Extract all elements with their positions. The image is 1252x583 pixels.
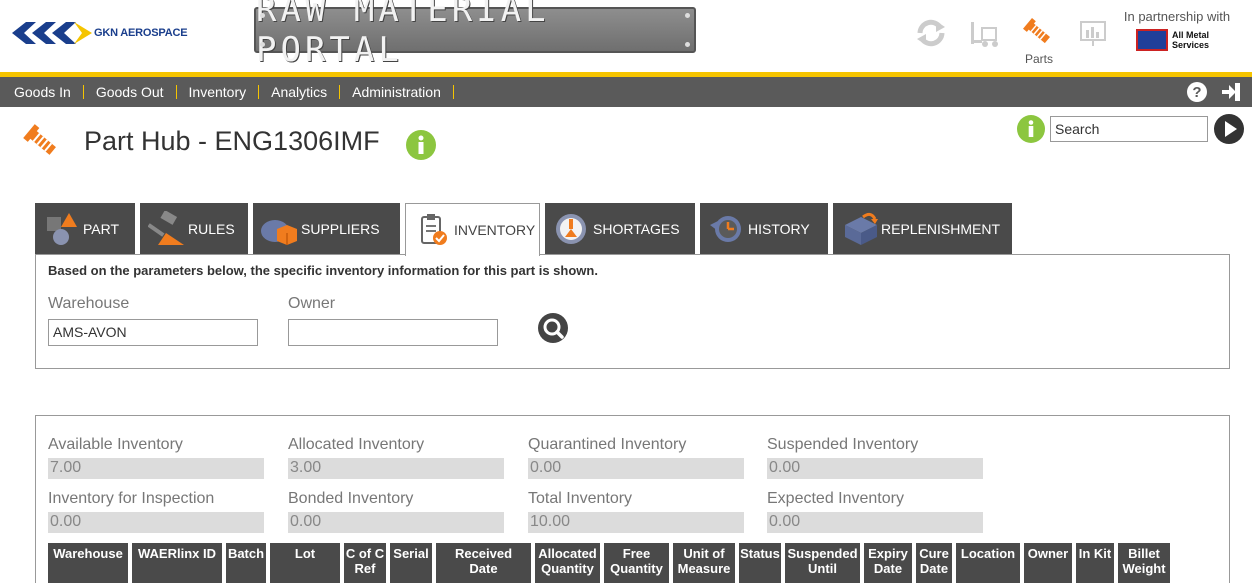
analytics-board-icon bbox=[1080, 21, 1106, 46]
company-name: GKN AEROSPACE bbox=[94, 27, 188, 39]
bonded-inventory-value: 0.00 bbox=[288, 512, 504, 533]
parts-nav-button[interactable]: Parts bbox=[1020, 18, 1058, 66]
inventory-panel: Available Inventory 7.00 Allocated Inven… bbox=[35, 415, 1230, 583]
parameters-description: Based on the parameters below, the speci… bbox=[48, 263, 598, 278]
shortage-gauge-icon bbox=[556, 214, 586, 244]
tab-shortages[interactable]: SHORTAGES bbox=[545, 203, 695, 255]
replenishment-icon bbox=[845, 212, 878, 245]
ams-logo-mark-icon bbox=[1136, 29, 1168, 51]
inventory-table-header: Warehouse WAERlinx ID Batch Lot C of C Ref Ser… bbox=[48, 543, 1170, 583]
part-tabs: PART RULES SUPPLIERS INVENTORY SHORTAGES… bbox=[35, 203, 1012, 256]
tab-history[interactable]: HISTORY bbox=[700, 203, 828, 255]
column-header[interactable]: Unit of Measure bbox=[673, 543, 735, 583]
portal-title-plate: RAW MATERIAL PORTAL bbox=[254, 0, 696, 70]
search-info-icon[interactable] bbox=[1016, 114, 1046, 144]
column-header[interactable]: Free Quantity bbox=[604, 543, 669, 583]
bonded-inventory-label: Bonded Inventory bbox=[288, 490, 414, 507]
nav-inventory[interactable]: Inventory bbox=[177, 84, 259, 100]
clipboard-check-icon bbox=[421, 214, 447, 245]
column-header[interactable]: C of C Ref bbox=[344, 543, 386, 583]
parts-label: Parts bbox=[1024, 52, 1053, 66]
history-clock-icon bbox=[710, 216, 741, 242]
header: GKN AEROSPACE RAW MATERIAL PORTAL Parts … bbox=[0, 0, 1252, 72]
supplier-box-icon bbox=[261, 220, 297, 245]
gkn-logo-mark-icon bbox=[12, 22, 92, 44]
column-header[interactable]: Location bbox=[956, 543, 1020, 583]
owner-label: Owner bbox=[288, 295, 336, 312]
column-header[interactable]: In Kit bbox=[1076, 543, 1114, 583]
forklift-icon bbox=[971, 22, 998, 47]
expected-inventory-label: Expected Inventory bbox=[767, 490, 904, 507]
tab-part[interactable]: PART bbox=[35, 203, 135, 255]
column-header[interactable]: Cure Date bbox=[916, 543, 952, 583]
column-header[interactable]: Lot bbox=[270, 543, 340, 583]
column-header[interactable]: Suspended Until bbox=[785, 543, 860, 583]
nav-goods-in[interactable]: Goods In bbox=[0, 84, 83, 100]
column-header[interactable]: Billet Weight bbox=[1118, 543, 1170, 583]
available-inventory-label: Available Inventory bbox=[48, 436, 183, 453]
tab-rules[interactable]: RULES bbox=[140, 203, 248, 255]
page: GKN AEROSPACE RAW MATERIAL PORTAL Parts … bbox=[0, 0, 1252, 583]
total-inventory-label: Total Inventory bbox=[528, 490, 633, 507]
column-header[interactable]: Serial bbox=[390, 543, 432, 583]
column-header[interactable]: Expiry Date bbox=[864, 543, 912, 583]
suspended-inventory-value: 0.00 bbox=[767, 458, 983, 479]
gkn-logo[interactable]: GKN AEROSPACE bbox=[12, 20, 188, 46]
inspection-inventory-value: 0.00 bbox=[48, 512, 264, 533]
search-go-button[interactable] bbox=[1213, 113, 1245, 145]
column-header[interactable]: WAERlinx ID bbox=[132, 543, 222, 583]
refresh-button[interactable] bbox=[912, 18, 950, 52]
nav-analytics[interactable]: Analytics bbox=[259, 84, 339, 100]
available-inventory-value: 7.00 bbox=[48, 458, 264, 479]
quarantined-inventory-label: Quarantined Inventory bbox=[528, 436, 687, 453]
inspection-inventory-label: Inventory for Inspection bbox=[48, 490, 215, 507]
top-icon-bar: Parts bbox=[912, 18, 1112, 66]
column-header[interactable]: Allocated Quantity bbox=[535, 543, 600, 583]
expected-inventory-value: 0.00 bbox=[767, 512, 983, 533]
total-inventory-value: 10.00 bbox=[528, 512, 744, 533]
quarantined-inventory-value: 0.00 bbox=[528, 458, 744, 479]
allocated-inventory-label: Allocated Inventory bbox=[288, 436, 425, 453]
partner-block: In partnership with All Metal Services bbox=[1112, 9, 1242, 52]
portal-title: RAW MATERIAL PORTAL bbox=[256, 0, 550, 70]
info-icon[interactable] bbox=[405, 129, 437, 161]
gavel-icon bbox=[148, 211, 184, 245]
tab-inventory[interactable]: INVENTORY bbox=[405, 203, 540, 256]
analytics-button[interactable] bbox=[1074, 18, 1112, 52]
nav-goods-out[interactable]: Goods Out bbox=[84, 84, 176, 100]
warehouse-label: Warehouse bbox=[48, 295, 130, 312]
main-nav: Goods In Goods Out Inventory Analytics A… bbox=[0, 77, 1252, 107]
search-input[interactable] bbox=[1050, 116, 1208, 142]
goods-button[interactable] bbox=[966, 18, 1004, 52]
parameters-panel: Based on the parameters below, the speci… bbox=[35, 254, 1230, 369]
parts-icon bbox=[1023, 18, 1050, 44]
logout-icon[interactable] bbox=[1220, 81, 1242, 103]
page-title: Part Hub - ENG1306IMF bbox=[84, 126, 380, 156]
suspended-inventory-label: Suspended Inventory bbox=[767, 436, 919, 453]
warehouse-field[interactable]: AMS-AVON bbox=[48, 319, 258, 346]
svg-text:?: ? bbox=[1192, 84, 1201, 101]
nav-administration[interactable]: Administration bbox=[340, 84, 453, 100]
partner-text: In partnership with bbox=[1123, 9, 1231, 24]
tab-replenishment[interactable]: REPLENISHMENT bbox=[833, 203, 1012, 255]
column-header[interactable]: Owner bbox=[1024, 543, 1072, 583]
column-header[interactable]: Received Date bbox=[436, 543, 531, 583]
allocated-inventory-value: 3.00 bbox=[288, 458, 504, 479]
column-header[interactable]: Warehouse bbox=[48, 543, 128, 583]
help-icon[interactable]: ? bbox=[1186, 81, 1208, 103]
column-header[interactable]: Status bbox=[739, 543, 781, 583]
refresh-icon bbox=[917, 19, 945, 47]
column-header[interactable]: Batch bbox=[226, 543, 266, 583]
owner-field[interactable] bbox=[288, 319, 498, 346]
ams-logo: All Metal Services bbox=[1136, 28, 1218, 52]
tab-suppliers[interactable]: SUPPLIERS bbox=[253, 203, 400, 255]
part-hub-icon bbox=[23, 124, 56, 155]
shapes-icon bbox=[47, 213, 77, 245]
search-magnifier-button[interactable] bbox=[537, 312, 569, 344]
